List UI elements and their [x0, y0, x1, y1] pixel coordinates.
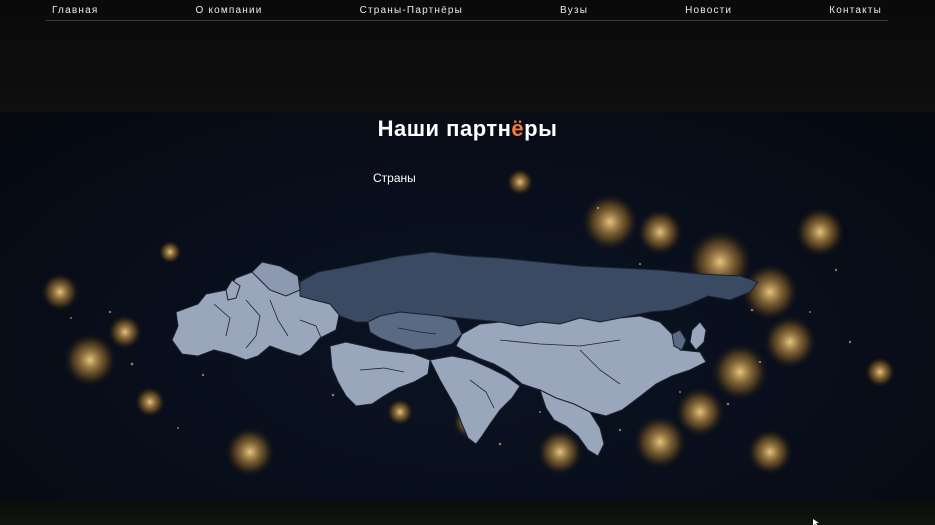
nav-item-home[interactable]: Главная — [52, 5, 98, 16]
page-title-prefix: Наши партн — [377, 116, 512, 141]
main-navigation: Главная О компании Страны-Партнёры Вузы … — [46, 0, 888, 21]
page-title-accent-letter: ё — [511, 116, 525, 141]
eurasia-partners-map — [171, 251, 759, 457]
map-region-japan[interactable] — [689, 321, 707, 351]
map-region-russia[interactable] — [299, 251, 759, 327]
nav-item-universities[interactable]: Вузы — [560, 5, 588, 16]
cursor-arrow-icon — [813, 519, 819, 525]
countries-label: Страны — [373, 171, 416, 185]
nav-item-news[interactable]: Новости — [685, 5, 732, 16]
nav-item-contacts[interactable]: Контакты — [829, 5, 882, 16]
page: Главная О компании Страны-Партнёры Вузы … — [0, 0, 935, 525]
page-title: Наши партнёры — [0, 116, 935, 142]
nav-item-partner-countries[interactable]: Страны-Партнёры — [360, 5, 463, 16]
page-title-suffix: ры — [524, 116, 558, 141]
map-region-middle-east[interactable] — [329, 341, 431, 407]
nav-item-about[interactable]: О компании — [195, 5, 262, 16]
